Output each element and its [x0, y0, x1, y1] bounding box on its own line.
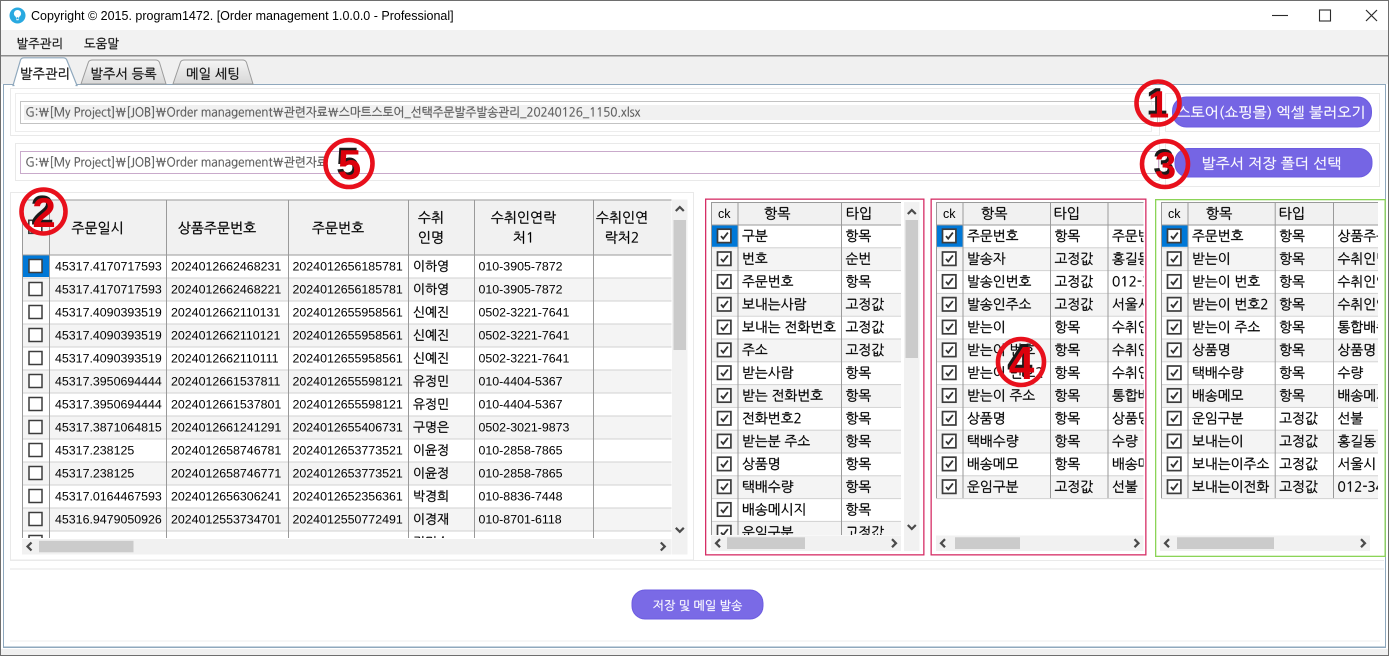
svg-text:45317.3871064815: 45317.3871064815 — [55, 421, 162, 435]
svg-text:2024012550772491: 2024012550772491 — [293, 513, 403, 527]
svg-text:ck: ck — [943, 207, 956, 221]
svg-text:2: 2 — [32, 189, 55, 236]
svg-text:45316.9479050926: 45316.9479050926 — [55, 513, 162, 527]
svg-text:45317.4090393519: 45317.4090393519 — [55, 329, 162, 343]
svg-text:45317.238125: 45317.238125 — [55, 467, 134, 481]
svg-text:45317.4170717593: 45317.4170717593 — [55, 283, 162, 297]
svg-text:2024012662110121: 2024012662110121 — [171, 329, 280, 343]
svg-text:010-8836-7448: 010-8836-7448 — [479, 490, 563, 504]
svg-text:2024012662110131: 2024012662110131 — [171, 306, 280, 320]
svg-text:45317.4090393519: 45317.4090393519 — [55, 352, 162, 366]
svg-text:010-2858-7865: 010-2858-7865 — [479, 467, 563, 481]
svg-text:45317.3950694444: 45317.3950694444 — [55, 398, 162, 412]
svg-text:2024012662468221: 2024012662468221 — [171, 283, 281, 297]
svg-text:2024012661537811: 2024012661537811 — [171, 375, 280, 389]
svg-text:2024012655406731: 2024012655406731 — [293, 421, 403, 435]
svg-text:2024012655598121: 2024012655598121 — [293, 398, 403, 412]
svg-text:2024012652356361: 2024012652356361 — [293, 490, 403, 504]
svg-text:010-3905-7872: 010-3905-7872 — [479, 260, 563, 274]
svg-text:010-3905-7872: 010-3905-7872 — [479, 283, 563, 297]
svg-text:2024012655958561: 2024012655958561 — [293, 352, 403, 366]
svg-text:2024012658746781: 2024012658746781 — [171, 444, 281, 458]
svg-text:Copyright © 2015. program1472.: Copyright © 2015. program1472. [Order ma… — [31, 9, 454, 23]
svg-text:ck: ck — [1168, 207, 1181, 221]
svg-text:ck: ck — [718, 207, 731, 221]
svg-text:2024012661537801: 2024012661537801 — [171, 398, 281, 412]
svg-text:45317.238125: 45317.238125 — [55, 444, 134, 458]
svg-text:45317.0164467593: 45317.0164467593 — [55, 490, 162, 504]
svg-text:2024012656185781: 2024012656185781 — [293, 283, 403, 297]
svg-text:4: 4 — [1009, 337, 1035, 389]
svg-text:3: 3 — [1155, 145, 1176, 187]
svg-text:0502-3221-7641: 0502-3221-7641 — [479, 306, 570, 320]
svg-text:0502-3021-9873: 0502-3021-9873 — [479, 421, 570, 435]
svg-text:010-4404-5367: 010-4404-5367 — [479, 398, 563, 412]
svg-text:5: 5 — [338, 141, 361, 188]
svg-text:2024012661241291: 2024012661241291 — [171, 421, 281, 435]
svg-text:0502-3221-7641: 0502-3221-7641 — [479, 352, 570, 366]
svg-text:2024012656185781: 2024012656185781 — [293, 260, 403, 274]
svg-text:2024012662110111: 2024012662110111 — [171, 352, 279, 366]
svg-text:2024012655598121: 2024012655598121 — [293, 375, 403, 389]
svg-text:2024012655958561: 2024012655958561 — [293, 329, 403, 343]
svg-text:45317.3950694444: 45317.3950694444 — [55, 375, 162, 389]
svg-text:2024012658746771: 2024012658746771 — [171, 467, 281, 481]
svg-text:010-8701-6118: 010-8701-6118 — [479, 513, 562, 527]
svg-text:010-4404-5367: 010-4404-5367 — [479, 375, 563, 389]
svg-text:2024012653773521: 2024012653773521 — [293, 467, 403, 481]
svg-text:2024012653773521: 2024012653773521 — [293, 444, 403, 458]
svg-text:45317.4170717593: 45317.4170717593 — [55, 260, 162, 274]
svg-text:010-2858-7865: 010-2858-7865 — [479, 444, 563, 458]
svg-text:2024012655958561: 2024012655958561 — [293, 306, 403, 320]
svg-text:1: 1 — [1148, 84, 1169, 126]
svg-text:2024012662468231: 2024012662468231 — [171, 260, 281, 274]
svg-text:0502-3221-7641: 0502-3221-7641 — [479, 329, 570, 343]
svg-text:2024012553734701: 2024012553734701 — [171, 513, 281, 527]
svg-text:2024012656306241: 2024012656306241 — [171, 490, 281, 504]
svg-text:45317.4090393519: 45317.4090393519 — [55, 306, 162, 320]
